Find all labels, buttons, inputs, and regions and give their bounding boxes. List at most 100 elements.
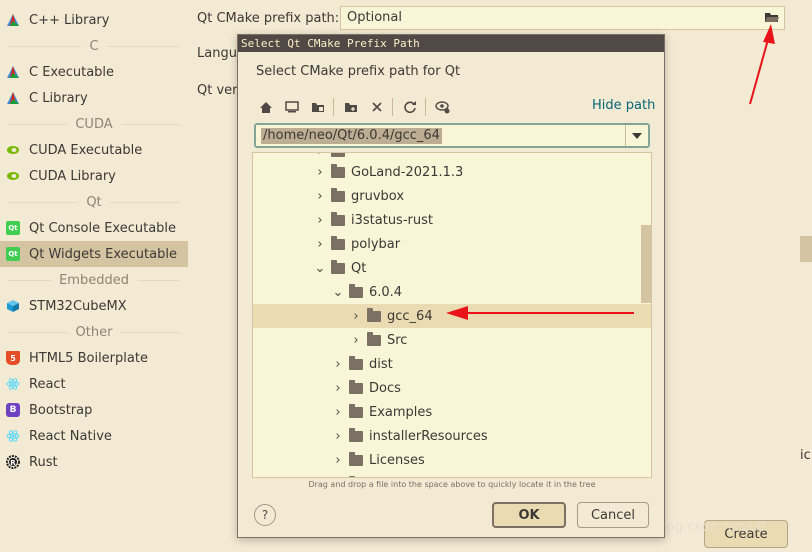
- svg-text:R: R: [10, 459, 16, 467]
- help-button[interactable]: ?: [254, 504, 276, 526]
- sidebar-item-qt-console-executable[interactable]: Qt Qt Console Executable: [0, 215, 188, 241]
- tree-row-label: Src: [387, 332, 408, 348]
- tree-row[interactable]: › Licenses: [253, 448, 651, 472]
- tree-row[interactable]: › i3status-rust: [253, 208, 651, 232]
- tree-row-label: polybar: [351, 236, 401, 252]
- folder-icon: [349, 451, 363, 466]
- chevron-right-icon[interactable]: ›: [313, 153, 327, 159]
- sidebar-item-label: STM32CubeMX: [29, 298, 127, 314]
- annotation-arrow-line: [749, 35, 770, 105]
- chevron-right-icon[interactable]: ›: [349, 333, 363, 348]
- refresh-icon[interactable]: [401, 98, 419, 116]
- sidebar-item-label: React: [29, 376, 66, 392]
- chevron-right-icon[interactable]: ›: [331, 357, 345, 372]
- show-hidden-icon[interactable]: [434, 98, 452, 116]
- dialog-title: Select Qt CMake Prefix Path: [238, 35, 664, 52]
- new-folder-icon[interactable]: [342, 98, 360, 116]
- home-icon[interactable]: [257, 98, 275, 116]
- tree-row-label: i3status-rust: [351, 212, 433, 228]
- sidebar-item-label: Qt Widgets Executable: [29, 246, 177, 262]
- tree-row-label: Qt: [351, 260, 367, 276]
- tree-row[interactable]: › Src: [253, 328, 651, 352]
- sidebar-item-stm32cubemx[interactable]: STM32CubeMX: [0, 293, 188, 319]
- folder-icon: [331, 163, 345, 178]
- chevron-right-icon[interactable]: ›: [313, 237, 327, 252]
- sidebar-header-qt: Qt: [0, 192, 188, 212]
- prefix-path-label: Qt CMake prefix path:: [197, 11, 340, 26]
- prefix-path-placeholder: Optional: [347, 10, 402, 25]
- tree-scrollbar[interactable]: [641, 225, 651, 303]
- open-folder-icon[interactable]: [764, 10, 780, 24]
- hide-path-link[interactable]: Hide path: [592, 98, 655, 113]
- folder-icon: [331, 153, 345, 157]
- folder-icon: [349, 379, 363, 394]
- cancel-button[interactable]: Cancel: [577, 502, 649, 528]
- sidebar-item-cuda-library[interactable]: CUDA Library: [0, 163, 188, 189]
- dialog-description: Select CMake prefix path for Qt: [256, 64, 461, 79]
- sidebar-item-c-library[interactable]: C Library: [0, 85, 188, 111]
- toolbar-separator: [333, 98, 334, 116]
- sidebar-item-react[interactable]: React: [0, 371, 188, 397]
- tree-row[interactable]: ⌄ 6.0.4: [253, 280, 651, 304]
- sidebar-item-bootstrap[interactable]: B Bootstrap: [0, 397, 188, 423]
- sidebar-item-html5-boilerplate[interactable]: 5 HTML5 Boilerplate: [0, 345, 188, 371]
- chevron-right-icon[interactable]: ›: [313, 213, 327, 228]
- chevron-right-icon[interactable]: ›: [313, 165, 327, 180]
- sidebar-item-c-executable[interactable]: C Executable: [0, 59, 188, 85]
- tree-row[interactable]: › dist: [253, 352, 651, 376]
- chevron-right-icon[interactable]: ›: [313, 189, 327, 204]
- chevron-right-icon[interactable]: ›: [331, 429, 345, 444]
- sidebar-header-embedded: Embedded: [0, 270, 188, 290]
- sidebar-header-c: C: [0, 36, 188, 56]
- file-tree[interactable]: › › GoLand-2021.1.3 › gruvbox › i3status…: [252, 152, 652, 478]
- tree-row-label: Examples: [369, 404, 433, 420]
- tree-row[interactable]: › gruvbox: [253, 184, 651, 208]
- nvidia-icon: [6, 143, 20, 157]
- qt-icon: Qt: [6, 221, 20, 235]
- prefix-path-field[interactable]: Optional: [340, 6, 785, 30]
- folder-icon: [367, 307, 381, 322]
- folder-icon: [331, 187, 345, 202]
- sidebar-header-cuda: CUDA: [0, 114, 188, 134]
- tree-row[interactable]: › Examples: [253, 400, 651, 424]
- chevron-right-icon[interactable]: ›: [331, 381, 345, 396]
- rust-icon: R: [6, 455, 20, 469]
- tree-row-label: dist: [369, 356, 393, 372]
- sidebar-item-cpp-library[interactable]: C++ Library: [0, 7, 188, 33]
- cmake-icon: [6, 65, 20, 79]
- folder-icon: [349, 427, 363, 442]
- sidebar-header-other: Other: [0, 322, 188, 342]
- tree-row-selected[interactable]: › gcc_64: [253, 304, 651, 328]
- ok-button[interactable]: OK: [492, 502, 566, 528]
- sidebar-item-label: Bootstrap: [29, 402, 93, 418]
- chevron-down-icon[interactable]: ⌄: [313, 261, 327, 276]
- tree-row[interactable]: › GoLand-2021.1.3: [253, 160, 651, 184]
- desktop-icon[interactable]: [283, 98, 301, 116]
- path-input[interactable]: /home/neo/Qt/6.0.4/gcc_64: [254, 123, 650, 148]
- toolbar-separator: [392, 98, 393, 116]
- chevron-down-icon[interactable]: ⌄: [331, 285, 345, 300]
- tree-row-label: Licenses: [369, 452, 425, 468]
- chevron-right-icon[interactable]: ›: [331, 405, 345, 420]
- truncated-text: ic: [800, 448, 811, 463]
- sidebar-item-qt-widgets-executable[interactable]: Qt Qt Widgets Executable: [0, 241, 188, 267]
- sidebar-item-react-native[interactable]: React Native: [0, 423, 188, 449]
- chevron-right-icon[interactable]: ›: [331, 453, 345, 468]
- chevron-right-icon[interactable]: ›: [349, 309, 363, 324]
- tree-row[interactable]: › polybar: [253, 232, 651, 256]
- bootstrap-icon: B: [6, 403, 20, 417]
- project-folder-icon[interactable]: [309, 98, 327, 116]
- tree-row[interactable]: › installerResources: [253, 424, 651, 448]
- nvidia-icon: [6, 169, 20, 183]
- sidebar-item-cuda-executable[interactable]: CUDA Executable: [0, 137, 188, 163]
- tree-row[interactable]: ⌄ Qt: [253, 256, 651, 280]
- path-text: /home/neo/Qt/6.0.4/gcc_64: [261, 128, 442, 144]
- chevron-down-icon[interactable]: [632, 133, 642, 139]
- delete-icon[interactable]: [368, 98, 386, 116]
- folder-icon: [367, 331, 381, 346]
- tree-row[interactable]: [253, 472, 651, 477]
- tree-row[interactable]: › Docs: [253, 376, 651, 400]
- combo-separator: [625, 125, 626, 146]
- qt-icon: Qt: [6, 247, 20, 261]
- sidebar-item-rust[interactable]: R Rust: [0, 449, 188, 475]
